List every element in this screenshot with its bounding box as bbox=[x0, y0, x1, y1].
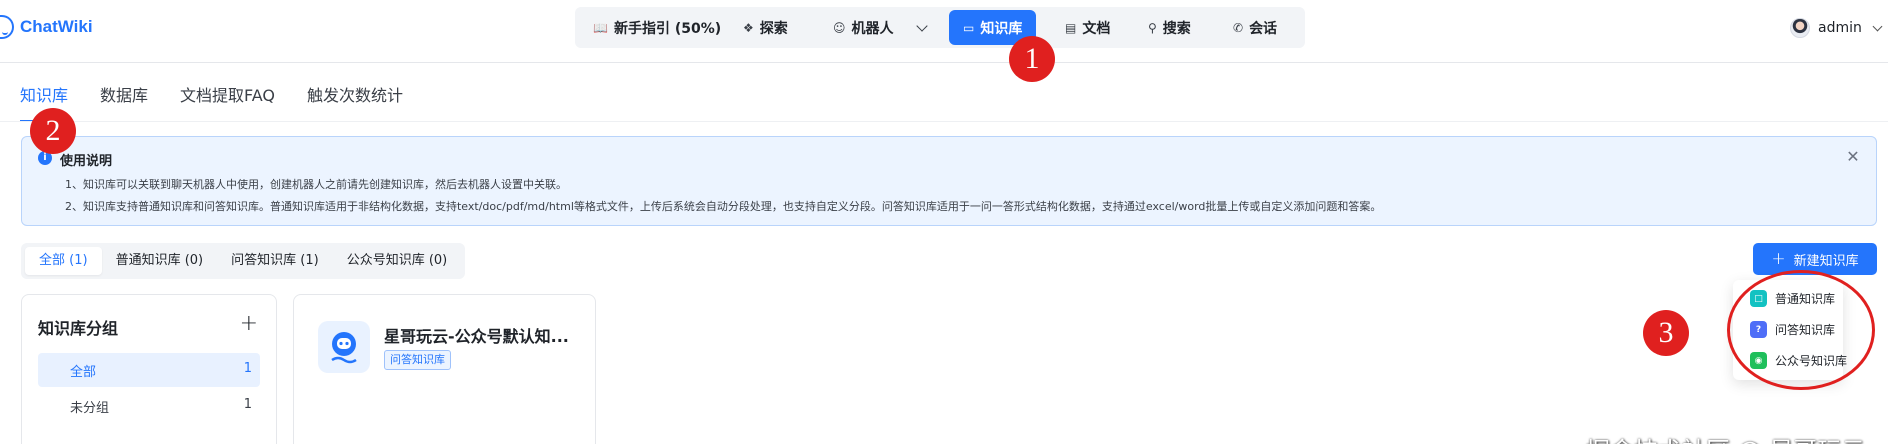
logo[interactable]: ChatWiki bbox=[0, 14, 93, 40]
group-count: 1 bbox=[243, 361, 252, 376]
group-count: 1 bbox=[243, 397, 252, 412]
library-robot-icon bbox=[318, 321, 370, 373]
notice-line: 2、知识库支持普通知识库和问答知识库。普通知识库适用于非结构化数据，支持text… bbox=[65, 200, 1382, 213]
library-name: 星哥玩云-公众号默认知... bbox=[384, 327, 569, 346]
annotation-marker-2: 2 bbox=[30, 108, 76, 154]
usage-notice: i 使用说明 1、知识库可以关联到聊天机器人中使用，创建机器人之前请先创建知识库… bbox=[21, 136, 1877, 226]
library-groups-panel: 知识库分组 + 全部 1 未分组 1 bbox=[21, 294, 277, 444]
chevron-down-icon bbox=[1872, 21, 1883, 31]
group-item-ungrouped[interactable]: 未分组 1 bbox=[38, 389, 260, 423]
nav-item-chat[interactable]: ✆ 会话 bbox=[1225, 10, 1285, 45]
nav-item-label: 知识库 bbox=[980, 20, 1023, 37]
tab-trigger-stats[interactable]: 触发次数统计 bbox=[307, 82, 403, 122]
close-icon[interactable]: ✕ bbox=[1844, 148, 1862, 166]
brand-name: ChatWiki bbox=[20, 17, 93, 36]
create-button-label: 新建知识库 bbox=[1793, 253, 1859, 269]
nav-item-search[interactable]: ⚲ 搜索 bbox=[1140, 10, 1199, 45]
nav-item-label: 探索 bbox=[759, 20, 788, 37]
group-label: 全部 bbox=[70, 365, 97, 380]
nav-item-label: 搜索 bbox=[1162, 20, 1191, 37]
library-card[interactable]: 星哥玩云-公众号默认知... 问答知识库 bbox=[293, 294, 596, 444]
annotation-marker-3: 3 bbox=[1643, 310, 1689, 356]
logo-icon bbox=[0, 15, 14, 39]
search-icon: ⚲ bbox=[1148, 20, 1157, 35]
type-filter: 全部 (1) 普通知识库 (0) 问答知识库 (1) 公众号知识库 (0) bbox=[21, 243, 466, 279]
watermark: 掘金技术社区 @ 星哥玩云 bbox=[1586, 431, 1865, 444]
annotation-ring bbox=[1727, 270, 1875, 390]
group-label: 未分组 bbox=[70, 401, 110, 416]
group-item-all[interactable]: 全部 1 bbox=[38, 353, 260, 387]
add-group-icon[interactable]: + bbox=[240, 311, 258, 336]
tab-database[interactable]: 数据库 bbox=[100, 82, 148, 122]
avatar bbox=[1790, 18, 1810, 38]
page-tabs: 知识库 数据库 文档提取FAQ 触发次数统计 bbox=[20, 82, 435, 122]
tab-doc-faq[interactable]: 文档提取FAQ bbox=[180, 82, 275, 122]
nav-item-label: 新手指引 (50%) bbox=[613, 20, 722, 37]
groups-title: 知识库分组 bbox=[38, 319, 119, 338]
tabs-divider bbox=[0, 121, 1888, 122]
document-icon: ▤ bbox=[1065, 20, 1077, 35]
nav-item-label: 机器人 bbox=[851, 20, 894, 37]
annotation-marker-1: 1 bbox=[1009, 36, 1055, 82]
robot-icon: ☺ bbox=[833, 20, 846, 35]
top-bar: ChatWiki 📖 新手指引 (50%) ❖ 探索 ☺ 机器人 ▭ 知识库 ▤… bbox=[0, 0, 1888, 63]
filter-all[interactable]: 全部 (1) bbox=[25, 247, 102, 275]
user-name: admin bbox=[1818, 20, 1862, 36]
plus-icon: + bbox=[1771, 248, 1786, 269]
chat-icon: ✆ bbox=[1233, 20, 1244, 35]
book-icon: 📖 bbox=[593, 20, 608, 35]
library-type-badge: 问答知识库 bbox=[384, 350, 451, 370]
nav-item-explore[interactable]: ❖ 探索 bbox=[735, 10, 796, 45]
knowledge-icon: ▭ bbox=[963, 20, 975, 35]
nav-item-robot[interactable]: ☺ 机器人 bbox=[825, 10, 934, 45]
explore-icon: ❖ bbox=[743, 20, 754, 35]
user-menu[interactable]: admin bbox=[1790, 18, 1883, 38]
nav-item-documents[interactable]: ▤ 文档 bbox=[1057, 10, 1118, 45]
filter-normal[interactable]: 普通知识库 (0) bbox=[102, 247, 218, 275]
filter-wechat[interactable]: 公众号知识库 (0) bbox=[333, 247, 462, 275]
main-nav: 📖 新手指引 (50%) ❖ 探索 ☺ 机器人 ▭ 知识库 ▤ 文档 ⚲ 搜索 … bbox=[575, 7, 1305, 48]
nav-item-label: 会话 bbox=[1249, 20, 1278, 37]
nav-item-label: 文档 bbox=[1082, 20, 1111, 37]
notice-title: 使用说明 bbox=[60, 154, 113, 169]
filter-qa[interactable]: 问答知识库 (1) bbox=[217, 247, 333, 275]
nav-item-guide[interactable]: 📖 新手指引 (50%) bbox=[585, 10, 729, 45]
notice-line: 1、知识库可以关联到聊天机器人中使用，创建机器人之前请先创建知识库，然后去机器人… bbox=[65, 178, 567, 191]
chevron-down-icon[interactable] bbox=[915, 19, 928, 32]
